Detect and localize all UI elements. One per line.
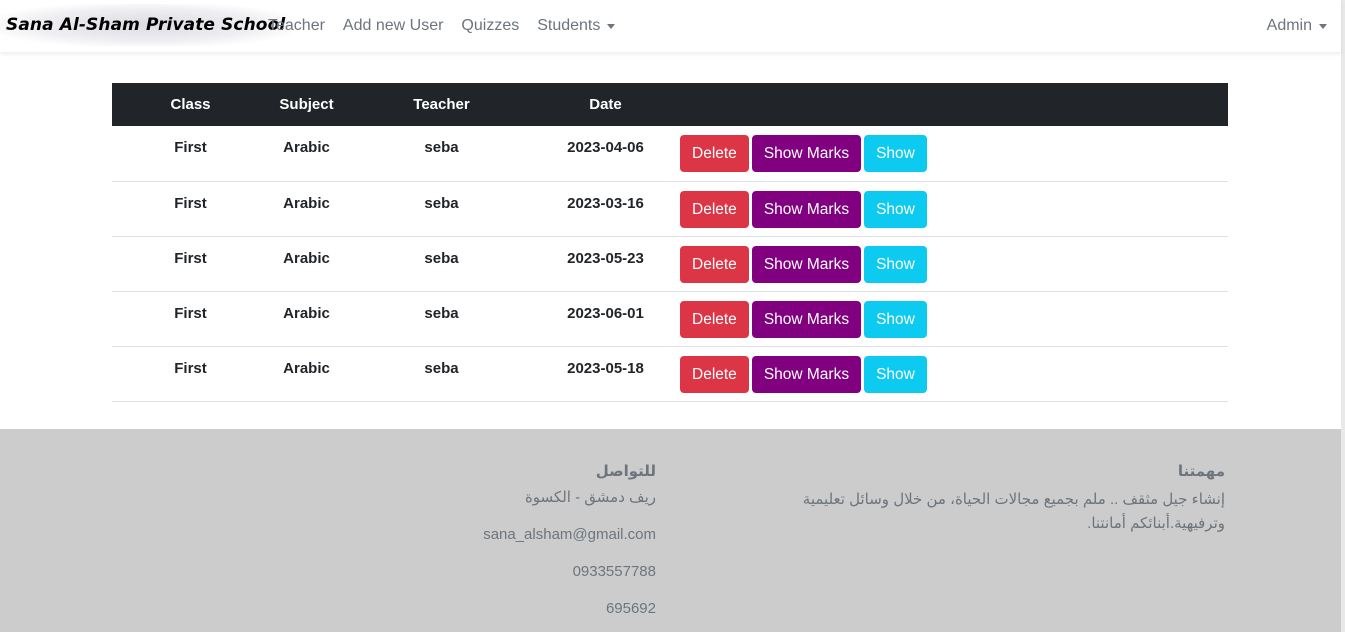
show-marks-button[interactable]: Show Marks [751,355,862,393]
scrollbar[interactable] [1341,0,1345,632]
cell-class: First [174,139,207,156]
column-header-teacher: Teacher [413,96,470,113]
footer-contact: للتواصل ريف دمشق - الكسوة sana_alsham@gm… [483,429,656,617]
contact-phone-2: 695692 [605,600,656,617]
cell-actions: Delete Show Marks Show [672,181,1228,236]
cell-class: First [174,304,207,322]
cell-teacher: seba [424,194,459,212]
nav-link-add-new-user[interactable]: Add new User [343,17,444,35]
table-row: First Arabic seba 2023-04-06 Delete Show … [112,126,1228,181]
quizzes-table: Class Subject Teacher Date First Arabic … [112,83,1228,402]
nav-link-quizzes[interactable]: Quizzes [461,17,519,35]
column-header-class: Class [170,96,211,113]
cell-date: 2023-06-01 [567,304,644,322]
nav-links: Teacher Add new User Quizzes Students [268,0,633,52]
contact-list: ريف دمشق - الكسوة sana_alsham@gmail.com … [483,488,656,617]
cell-date: 2023-05-23 [567,249,644,267]
show-marks-button[interactable]: Show Marks [751,190,862,228]
show-marks-button[interactable]: Show Marks [751,135,862,172]
cell-actions: Delete Show Marks Show [672,236,1228,291]
delete-button[interactable]: Delete [680,135,749,172]
table-row: First Arabic seba 2023-05-23 Delete Show … [112,236,1228,291]
cell-class: First [174,249,207,267]
user-menu-label: Admin [1266,17,1312,34]
delete-button[interactable]: Delete [680,190,749,228]
show-button[interactable]: Show [864,300,927,338]
show-marks-button[interactable]: Show Marks [751,245,862,283]
cell-subject: Arabic [283,139,330,156]
column-header-subject: Subject [279,96,334,113]
nav-dropdown-students-label: Students [537,17,601,34]
show-button[interactable]: Show [864,355,927,393]
cell-actions: Delete Show Marks Show [672,291,1228,346]
table-row: First Arabic seba 2023-05-18 Delete Show … [112,346,1228,401]
column-header-actions [672,83,1228,126]
user-menu-admin[interactable]: Admin [1267,0,1327,52]
delete-button[interactable]: Delete [680,300,749,338]
cell-subject: Arabic [283,359,330,377]
cell-date: 2023-03-16 [567,194,644,212]
show-marks-button[interactable]: Show Marks [751,300,862,338]
contact-email[interactable]: sana_alsham@gmail.com [483,526,656,543]
column-header-date: Date [589,96,622,113]
cell-teacher: seba [424,359,459,377]
mission-title: مهمتنا [1177,463,1225,480]
cell-teacher: seba [424,304,459,322]
mission-text: إنشاء جيل مثقف .. ملم بجميع مجالات الحيا… [802,491,1225,532]
cell-class: First [174,194,207,212]
nav-dropdown-students[interactable]: Students [537,17,616,35]
cell-actions: Delete Show Marks Show [672,126,1228,181]
footer: للتواصل ريف دمشق - الكسوة sana_alsham@gm… [0,429,1341,632]
cell-actions: Delete Show Marks Show [672,346,1228,401]
navbar: Sana Al-Sham Private School Teacher Add … [0,0,1341,52]
table-row: First Arabic seba 2023-03-16 Delete Show … [112,181,1228,236]
footer-mission: مهمتنا إنشاء جيل مثقف .. ملم بجميع مجالا… [765,429,1225,536]
contact-phone: 0933557788 [572,563,656,580]
show-button[interactable]: Show [864,190,927,228]
cell-subject: Arabic [283,249,330,267]
cell-class: First [174,359,207,377]
show-button[interactable]: Show [864,135,927,172]
cell-date: 2023-05-18 [567,359,644,377]
contact-address: ريف دمشق - الكسوة [524,489,656,506]
cell-date: 2023-04-06 [567,139,644,156]
delete-button[interactable]: Delete [680,355,749,393]
show-button[interactable]: Show [864,245,927,283]
contact-title: للتواصل [595,463,656,480]
cell-subject: Arabic [283,304,330,322]
brand-logo[interactable]: Sana Al-Sham Private School [0,4,292,46]
chevron-down-icon [1319,23,1327,29]
chevron-down-icon [607,23,616,29]
table-row: First Arabic seba 2023-06-01 Delete Show … [112,291,1228,346]
nav-link-teacher[interactable]: Teacher [268,17,325,35]
table-header-row: Class Subject Teacher Date [112,83,1228,126]
cell-teacher: seba [424,249,459,267]
cell-teacher: seba [424,139,459,156]
cell-subject: Arabic [283,194,330,212]
delete-button[interactable]: Delete [680,245,749,283]
